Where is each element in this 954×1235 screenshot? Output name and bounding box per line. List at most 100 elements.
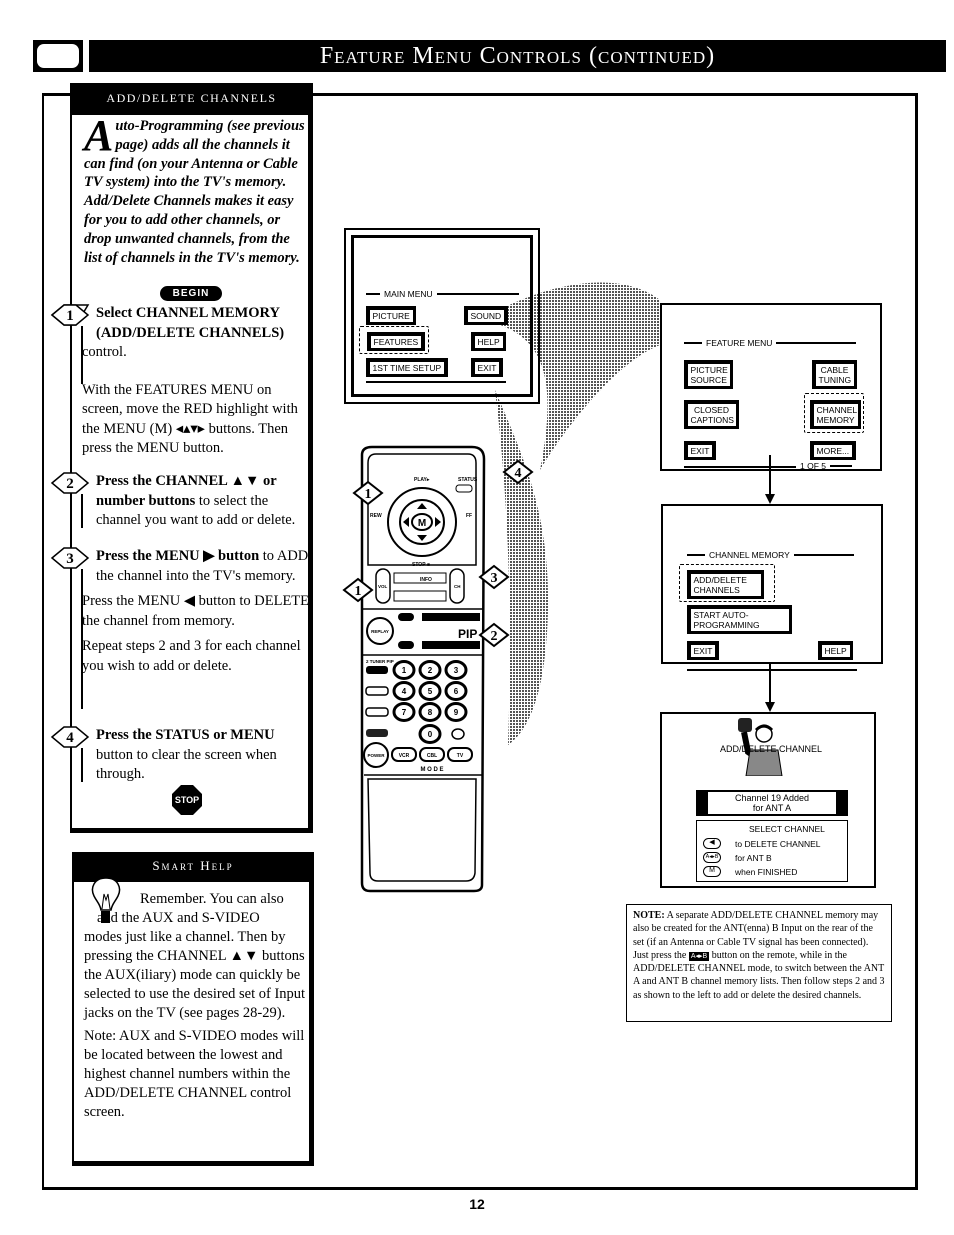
menu-button-exit[interactable]: EXIT	[684, 441, 716, 460]
step-number: 3	[66, 551, 74, 567]
footer-rule	[395, 1187, 560, 1189]
step-bar	[81, 748, 83, 782]
svg-text:POWER: POWER	[367, 753, 385, 758]
svg-text:STATUS: STATUS	[458, 477, 478, 483]
step-number: 2	[66, 476, 74, 492]
svg-text:REPLAY: REPLAY	[371, 629, 389, 634]
option-label: for ANT B	[735, 852, 772, 863]
svg-text:STOP ■: STOP ■	[412, 562, 430, 568]
option-row: ◀ to DELETE CHANNEL	[703, 838, 821, 849]
option-row: A◂▸B for ANT B	[703, 852, 772, 863]
main-menu-screen: MAIN MENU PICTURE SOUND FEATURES HELP 1S…	[344, 228, 540, 404]
digit-label: 9	[454, 708, 459, 717]
step-bar	[81, 494, 83, 528]
option-label: when FINISHED	[735, 866, 798, 877]
step-heading-tail: control.	[82, 344, 127, 360]
option-row: M when FINISHED	[703, 866, 797, 877]
divider	[684, 466, 796, 468]
divider	[366, 381, 506, 383]
smart-help-line: add the AUX and S-VIDEO	[97, 910, 260, 926]
step-3: 3 Press the MENU ▶ button to ADD the cha…	[50, 547, 310, 709]
svg-text:TV: TV	[457, 753, 464, 759]
tv-icon	[33, 40, 83, 72]
step-heading: Press the STATUS or MENU	[96, 727, 275, 743]
menu-button-closed-captions[interactable]: CLOSED CAPTIONS	[684, 400, 739, 429]
page-title: Feature Menu Controls (continued)	[89, 40, 946, 72]
svg-text:INFO: INFO	[420, 577, 432, 583]
step-number-diamond-icon: 1	[50, 304, 90, 326]
screen-title: CHANNEL MEMORY	[687, 550, 854, 560]
digit-label: 4	[402, 687, 407, 696]
smart-help-body: modes just like a channel. Then by press…	[84, 929, 306, 1021]
step-heading: Press the MENU ▶ button	[96, 548, 260, 564]
callout-number: 4	[515, 466, 522, 481]
digit-label: 8	[428, 708, 433, 717]
option-label: to DELETE CHANNEL	[735, 838, 821, 849]
svg-text:M O D E: M O D E	[420, 767, 443, 773]
step-bar	[81, 569, 83, 709]
intro-text: uto-Programming (see previous page) adds…	[84, 118, 305, 266]
status-banner: Channel 19 Added for ANT A	[696, 790, 848, 816]
pip-label: PIP	[458, 627, 477, 641]
ant-ab-button-icon: A◂▸B	[688, 951, 710, 961]
menu-button-add-delete-channels[interactable]: ADD/DELETE CHANNELS	[687, 570, 764, 599]
menu-button-features[interactable]: FEATURES	[367, 332, 425, 351]
page-number: 12	[469, 1196, 485, 1212]
select-channel-panel: SELECT CHANNEL ◀ to DELETE CHANNEL A◂▸B …	[696, 820, 848, 882]
svg-text:PLAY▸: PLAY▸	[414, 477, 430, 483]
step-2: 2 Press the CHANNEL ▲▼ or number buttons…	[50, 472, 310, 531]
channel-memory-screen: CHANNEL MEMORY ADD/DELETE CHANNELS START…	[661, 504, 883, 671]
menu-button-sound[interactable]: SOUND	[464, 306, 508, 325]
step-bar	[81, 326, 83, 384]
digit-label: 2	[428, 666, 433, 675]
callout-number: 2	[491, 629, 498, 644]
menu-button-help[interactable]: HELP	[818, 641, 854, 660]
begin-badge: BEGIN	[160, 286, 222, 301]
menu-button-start-auto-programming[interactable]: START AUTO-PROGRAMMING	[687, 605, 792, 634]
menu-m-label: M	[418, 518, 426, 529]
step-heading: Select CHANNEL MEMORY (ADD/DELETE CHANNE…	[96, 305, 285, 341]
callout-number: 1	[355, 584, 362, 599]
step-number: 4	[66, 730, 74, 746]
intro-dropcap: A	[84, 111, 114, 160]
menu-button-help[interactable]: HELP	[471, 332, 507, 351]
step-number-diamond-icon: 4	[50, 726, 90, 748]
menu-button-first-time-setup[interactable]: 1ST TIME SETUP	[366, 358, 448, 377]
menu-button-exit[interactable]: EXIT	[471, 358, 503, 377]
note-box: NOTE: A separate ADD/DELETE CHANNEL memo…	[626, 904, 892, 1022]
feature-menu-screen: FEATURE MENU PICTURE SOURCE CABLE TUNING…	[660, 303, 882, 471]
add-delete-channel-screen: ADD/DELETE CHANNEL Channel 19 Added for …	[660, 712, 876, 888]
step-paragraph: With the FEATURES MENU on screen, move t…	[82, 381, 298, 457]
menu-button-cable-tuning[interactable]: CABLE TUNING	[812, 360, 857, 389]
digit-label: 6	[454, 687, 459, 696]
digit-label: 5	[428, 687, 433, 696]
svg-text:REW: REW	[370, 513, 382, 519]
digit-label: 7	[402, 708, 407, 717]
step-number: 1	[66, 308, 74, 324]
status-line: Channel 19 Added	[734, 793, 810, 803]
flow-arrow-icon	[765, 702, 775, 712]
note-lead: NOTE:	[633, 910, 665, 921]
page-indicator: 1 OF 5	[800, 461, 852, 471]
step-heading-tail: button to clear the screen when through.	[96, 746, 277, 783]
remote-control-illustration: M PLAY▸ STATUS REW FF STOP ■ VOL CH INFO…	[342, 445, 534, 893]
svg-text:CH: CH	[454, 584, 461, 589]
digit-label: 1	[402, 666, 407, 675]
ant-ab-key-icon: A◂▸B	[703, 852, 721, 863]
screen-title: MAIN MENU	[366, 289, 519, 299]
menu-button-more[interactable]: MORE...	[810, 441, 856, 460]
menu-button-picture[interactable]: PICTURE	[366, 306, 417, 325]
svg-text:2 TUNER PIP: 2 TUNER PIP	[366, 659, 394, 664]
menu-button-exit[interactable]: EXIT	[687, 641, 719, 660]
callout-number: 3	[491, 571, 498, 586]
flow-connector	[769, 664, 771, 706]
status-line: for ANT A	[752, 803, 792, 813]
step-number-diamond-icon: 2	[50, 472, 90, 494]
menu-button-picture-source[interactable]: PICTURE SOURCE	[684, 360, 733, 389]
step-paragraph: Repeat steps 2 and 3 for each channel yo…	[82, 638, 301, 674]
digit-label: 3	[454, 666, 459, 675]
flow-arrow-icon	[765, 494, 775, 504]
select-label: SELECT CHANNEL	[749, 824, 825, 834]
callout-number: 1	[365, 487, 372, 502]
menu-button-channel-memory[interactable]: CHANNEL MEMORY	[810, 400, 861, 429]
